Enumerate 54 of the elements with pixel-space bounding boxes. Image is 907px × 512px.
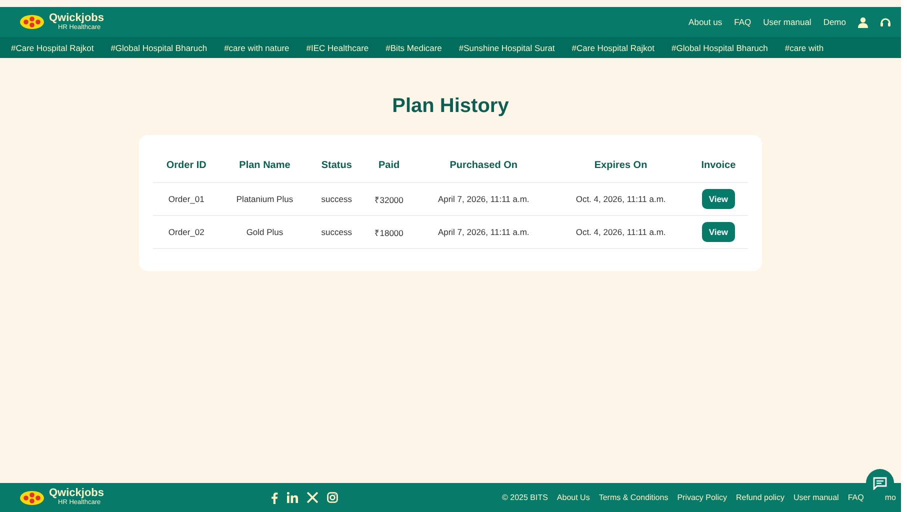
brand-name: Qwickjobs bbox=[49, 12, 104, 24]
x-icon[interactable] bbox=[307, 492, 318, 503]
hashtag-link[interactable]: #Bits Medicare bbox=[386, 42, 442, 52]
table-cell: April 7, 2026, 11:11 a.m. bbox=[414, 216, 553, 248]
column-header: Purchased On bbox=[414, 149, 553, 182]
hashtag-link[interactable]: #Care Hospital Rajkot bbox=[11, 42, 94, 52]
table-cell: Order_01 bbox=[153, 182, 220, 216]
table-cell: success bbox=[310, 216, 364, 248]
hashtag-link[interactable]: #IEC Healthcare bbox=[306, 42, 369, 52]
nav-link[interactable]: User manual bbox=[763, 17, 812, 27]
column-header: Status bbox=[310, 149, 364, 182]
footer-link[interactable]: Terms & Conditions bbox=[598, 493, 668, 502]
brand-name: Qwickjobs bbox=[49, 488, 104, 500]
facebook-icon[interactable] bbox=[271, 492, 278, 504]
linkedin-icon[interactable] bbox=[287, 492, 298, 503]
page-title: Plan History bbox=[392, 95, 509, 118]
column-header: Invoice bbox=[688, 149, 748, 182]
column-header: Expires On bbox=[552, 149, 689, 182]
view-button[interactable]: View bbox=[702, 189, 736, 209]
hashtag-link[interactable]: #care with nature bbox=[224, 42, 290, 52]
column-header: Order ID bbox=[153, 149, 220, 182]
footer-link[interactable]: Refund policy bbox=[736, 493, 784, 502]
footer-link[interactable]: User manual bbox=[793, 493, 839, 502]
hashtag-link[interactable]: #Care Hospital Rajkot bbox=[572, 42, 654, 52]
table-cell: April 7, 2026, 11:11 a.m. bbox=[414, 182, 553, 216]
column-header: Paid bbox=[364, 149, 415, 182]
nav-link[interactable]: About us bbox=[688, 17, 722, 27]
table-cell: Oct. 4, 2026, 11:11 a.m. bbox=[552, 182, 689, 216]
user-icon[interactable] bbox=[858, 16, 868, 28]
instagram-icon[interactable] bbox=[327, 492, 338, 503]
nav-link[interactable]: Demo bbox=[823, 17, 846, 27]
footer-link[interactable]: FAQ bbox=[848, 493, 864, 502]
column-header: Plan Name bbox=[220, 149, 310, 182]
logo-icon bbox=[19, 490, 45, 506]
hashtag-link[interactable]: #Sunshine Hospital Surat bbox=[458, 42, 555, 52]
table-cell: Oct. 4, 2026, 11:11 a.m. bbox=[552, 216, 689, 248]
table-cell: Gold Plus bbox=[220, 216, 310, 248]
nav-link[interactable]: FAQ bbox=[734, 17, 752, 27]
hashtag-link[interactable]: #Global Hospital Bharuch bbox=[110, 42, 208, 52]
footer-link[interactable]: Privacy Policy bbox=[677, 493, 727, 502]
hashtag-link[interactable]: #care with bbox=[784, 42, 824, 52]
chat-icon bbox=[873, 476, 887, 490]
table-cell: ₹32000 bbox=[364, 182, 415, 216]
hashtag-link[interactable]: #Global Hospital Bharuch bbox=[671, 42, 768, 52]
table-cell: success bbox=[310, 182, 364, 216]
table-cell: ₹18000 bbox=[364, 216, 415, 248]
logo-icon bbox=[19, 14, 45, 30]
footer-link[interactable]: mo bbox=[884, 493, 896, 502]
copyright-text: © 2025 BITS bbox=[502, 493, 548, 502]
footer-link[interactable]: About Us bbox=[556, 493, 590, 502]
table-cell: Order_02 bbox=[153, 216, 220, 248]
view-button[interactable]: View bbox=[702, 222, 736, 242]
table-cell: Platanium Plus bbox=[220, 182, 310, 216]
headset-icon[interactable] bbox=[880, 16, 891, 28]
